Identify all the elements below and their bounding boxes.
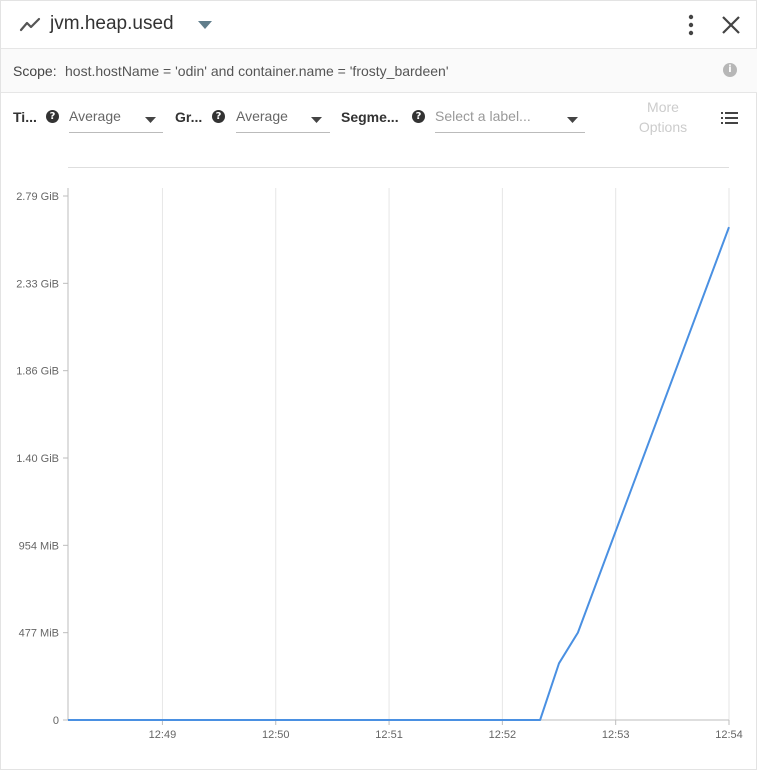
group-aggregation-select[interactable]: Average	[236, 103, 330, 133]
scope-label: Scope:	[13, 63, 57, 79]
line-chart-icon	[19, 17, 41, 32]
x-axis-labels: 12:49 12:50 12:51 12:52 12:53 12:54	[149, 729, 743, 741]
chevron-down-icon	[567, 117, 578, 123]
series-line	[68, 226, 730, 721]
chart-axes	[63, 188, 730, 725]
y-tick-label: 1.86 GiB	[16, 366, 59, 378]
y-tick-label: 2.79 GiB	[16, 191, 59, 203]
more-vert-icon[interactable]	[681, 13, 701, 37]
help-icon[interactable]: ?	[212, 110, 225, 123]
time-aggregation-select[interactable]: Average	[69, 103, 163, 133]
time-aggregation-value: Average	[69, 108, 121, 124]
help-icon[interactable]: ?	[412, 110, 425, 123]
chevron-down-icon	[145, 117, 156, 123]
panel-title: jvm.heap.used	[50, 13, 174, 34]
segment-label: Segme...	[341, 109, 399, 125]
scope-row: Scope: host.hostName = 'odin' and contai…	[1, 49, 757, 93]
group-aggregation-label: Gr...	[175, 109, 203, 125]
chart-series	[68, 226, 730, 721]
info-icon[interactable]: i	[723, 63, 737, 77]
x-tick-label: 12:51	[375, 729, 403, 741]
y-tick-label: 1.40 GiB	[16, 453, 59, 465]
segment-placeholder: Select a label...	[435, 108, 531, 124]
y-tick-label: 954 MiB	[19, 540, 59, 552]
y-tick-label: 477 MiB	[19, 628, 59, 640]
x-tick-label: 12:52	[489, 729, 517, 741]
x-tick-label: 12:49	[149, 729, 177, 741]
chart-grid	[161, 188, 730, 720]
metric-panel: jvm.heap.used Scope: host.hostName = 'od…	[0, 0, 757, 770]
divider	[68, 167, 729, 168]
y-tick-label: 0	[53, 715, 59, 727]
chevron-down-icon	[311, 117, 322, 123]
group-aggregation-value: Average	[236, 108, 288, 124]
time-aggregation-label: Ti...	[13, 109, 37, 125]
chevron-down-icon[interactable]	[198, 21, 212, 30]
y-tick-label: 2.33 GiB	[16, 278, 59, 290]
segment-select[interactable]: Select a label...	[435, 103, 585, 133]
scope-value: host.hostName = 'odin' and container.nam…	[65, 63, 449, 79]
x-tick-label: 12:50	[262, 729, 290, 741]
help-icon[interactable]: ?	[46, 110, 59, 123]
panel-header: jvm.heap.used	[1, 1, 757, 49]
y-axis-labels: 0 477 MiB 954 MiB 1.40 GiB 1.86 GiB 2.33 GiB 2…	[16, 191, 59, 727]
x-tick-label: 12:54	[715, 729, 743, 741]
x-tick-label: 12:53	[602, 729, 630, 741]
more-options-button[interactable]: More Options	[627, 97, 699, 137]
close-icon[interactable]	[719, 13, 743, 37]
list-icon[interactable]	[721, 111, 738, 125]
